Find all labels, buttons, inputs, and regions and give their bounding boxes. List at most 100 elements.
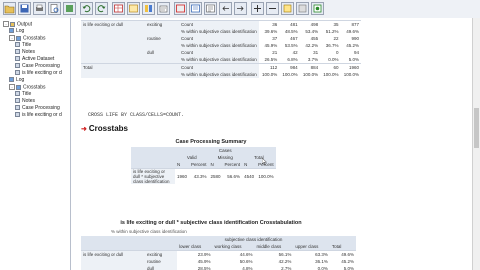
table-cell: 990 <box>351 36 359 41</box>
row-statistic: Count <box>179 35 259 42</box>
variables-icon[interactable] <box>142 2 155 15</box>
nav-node-icon <box>16 35 21 41</box>
table-cell: 112 <box>258 63 280 71</box>
open-icon[interactable] <box>3 2 16 15</box>
row-statistic: % within subjective class identification <box>179 71 259 78</box>
hide-icon[interactable] <box>296 2 309 15</box>
show-icon[interactable] <box>281 2 294 15</box>
vertical-scrollbar[interactable] <box>472 18 480 270</box>
sub-header: N <box>242 161 257 169</box>
insert-heading-icon[interactable] <box>174 2 187 15</box>
expand-icon[interactable] <box>251 2 264 15</box>
row-category: routine <box>145 258 177 265</box>
row-label: is life exciting or dull * subjective cl… <box>131 168 175 184</box>
nav-item-label: Title <box>22 42 32 48</box>
table-cell: 2.7% <box>281 266 292 270</box>
scrollbar-thumb[interactable] <box>474 108 479 148</box>
table-row: % within subjective class identification… <box>81 42 361 49</box>
goto-data-icon[interactable] <box>112 2 125 15</box>
row-label: is life exciting or dull <box>81 250 145 258</box>
insert-title-icon[interactable] <box>189 2 202 15</box>
nav-node-icon <box>15 98 20 104</box>
nav-item[interactable]: Title <box>15 42 31 48</box>
row-label <box>81 35 145 42</box>
table-cell: 984 <box>279 63 300 71</box>
table-cell: 36.7% <box>325 43 339 48</box>
table-row: routine 45.9% 50.6% 42.2% 36.1% 45.2% <box>81 258 356 265</box>
sub-header: N <box>175 161 190 169</box>
promote-icon[interactable] <box>219 2 232 15</box>
column-group-header: Missing <box>208 154 243 161</box>
table-cell: 94 <box>353 50 359 55</box>
syntax-log-line: CROSS LIFE BY CLASS/CELLS=COUNT. <box>88 112 185 118</box>
print-icon[interactable] <box>33 2 46 15</box>
table-cell: 43.3% <box>189 168 209 184</box>
row-statistic: % within subjective class identification <box>179 56 259 64</box>
corner-cell <box>131 161 175 169</box>
table-cell: 455 <box>310 36 319 41</box>
expander-icon[interactable]: - <box>9 35 15 41</box>
nav-item[interactable]: Active Dataset <box>15 56 54 62</box>
table-cell: 28.5% <box>197 266 211 270</box>
row-label <box>81 258 145 265</box>
collapse-icon[interactable] <box>266 2 279 15</box>
table-row: routine Count 37 467 455 22 990 <box>81 35 361 42</box>
nav-node-icon <box>10 21 15 27</box>
table-row: % within subjective class identification… <box>81 28 361 35</box>
row-statistic: Count <box>179 63 259 71</box>
designate-icon[interactable] <box>311 2 324 15</box>
column-header: Total <box>329 243 356 251</box>
nav-node-icon <box>15 70 20 76</box>
insert-text-icon[interactable] <box>204 2 217 15</box>
nav-item-label: Output <box>17 21 33 28</box>
row-label <box>81 28 145 35</box>
demote-icon[interactable] <box>234 2 247 15</box>
table-cell: 100.0% <box>261 72 278 77</box>
preview-icon[interactable] <box>48 2 61 15</box>
table-cell: 31 <box>313 50 319 55</box>
nav-item[interactable]: is life exciting or d <box>15 70 62 76</box>
nav-item[interactable]: Log <box>9 28 24 34</box>
table-row: dull 28.5% 4.8% 2.7% 0.0% 5.0% <box>81 265 356 270</box>
nav-node-icon <box>15 63 20 69</box>
table-row: is life exciting or dull exciting 23.9% 44.… <box>81 250 356 258</box>
nav-item[interactable]: Notes <box>15 49 35 55</box>
table-cell: 42.2% <box>305 43 319 48</box>
nav-item[interactable]: Log <box>9 77 24 83</box>
table-cell: 42.2% <box>278 259 292 264</box>
undo-icon[interactable] <box>80 2 93 15</box>
table-cell: 49.6% <box>346 29 359 34</box>
find-icon[interactable] <box>157 2 170 15</box>
row-category: dull <box>145 265 177 270</box>
case-summary-title: Case Processing Summary <box>175 139 247 145</box>
nav-item-label: Case Processing <box>22 105 60 111</box>
table-cell: 4540 <box>242 168 257 184</box>
save-icon[interactable] <box>18 2 31 15</box>
table-cell: 48.5% <box>284 29 298 34</box>
column-group-header: Total <box>242 154 276 161</box>
nav-item[interactable]: Case Processing <box>15 63 60 69</box>
export-icon[interactable] <box>63 2 76 15</box>
nav-item[interactable]: Title <box>15 91 31 97</box>
redo-icon[interactable] <box>95 2 108 15</box>
row-label <box>81 56 145 64</box>
corner-cell <box>131 154 175 161</box>
column-group-header: Valid <box>175 154 209 161</box>
nav-item[interactable]: - Output <box>3 21 32 27</box>
nav-item[interactable]: is life exciting or d <box>15 112 62 118</box>
table-row: Total Count 112 984 884 60 1960 <box>81 63 361 71</box>
column-header: middle class <box>254 243 294 251</box>
nav-item[interactable]: - Crosstabs <box>9 84 46 90</box>
table-cell: 35 <box>320 20 341 28</box>
expander-icon[interactable]: - <box>9 84 15 90</box>
row-category <box>145 42 179 49</box>
table-cell: 39.6% <box>264 29 278 34</box>
nav-item-label: Crosstabs <box>23 84 46 91</box>
table-cell: 3.7% <box>307 57 319 62</box>
nav-item[interactable]: Case Processing <box>15 105 60 111</box>
nav-item[interactable]: Notes <box>15 98 35 104</box>
nav-item[interactable]: - Crosstabs <box>9 35 46 41</box>
expander-icon[interactable]: - <box>3 21 9 27</box>
table-cell: 100.0% <box>302 72 319 77</box>
goto-case-icon[interactable] <box>127 2 140 15</box>
